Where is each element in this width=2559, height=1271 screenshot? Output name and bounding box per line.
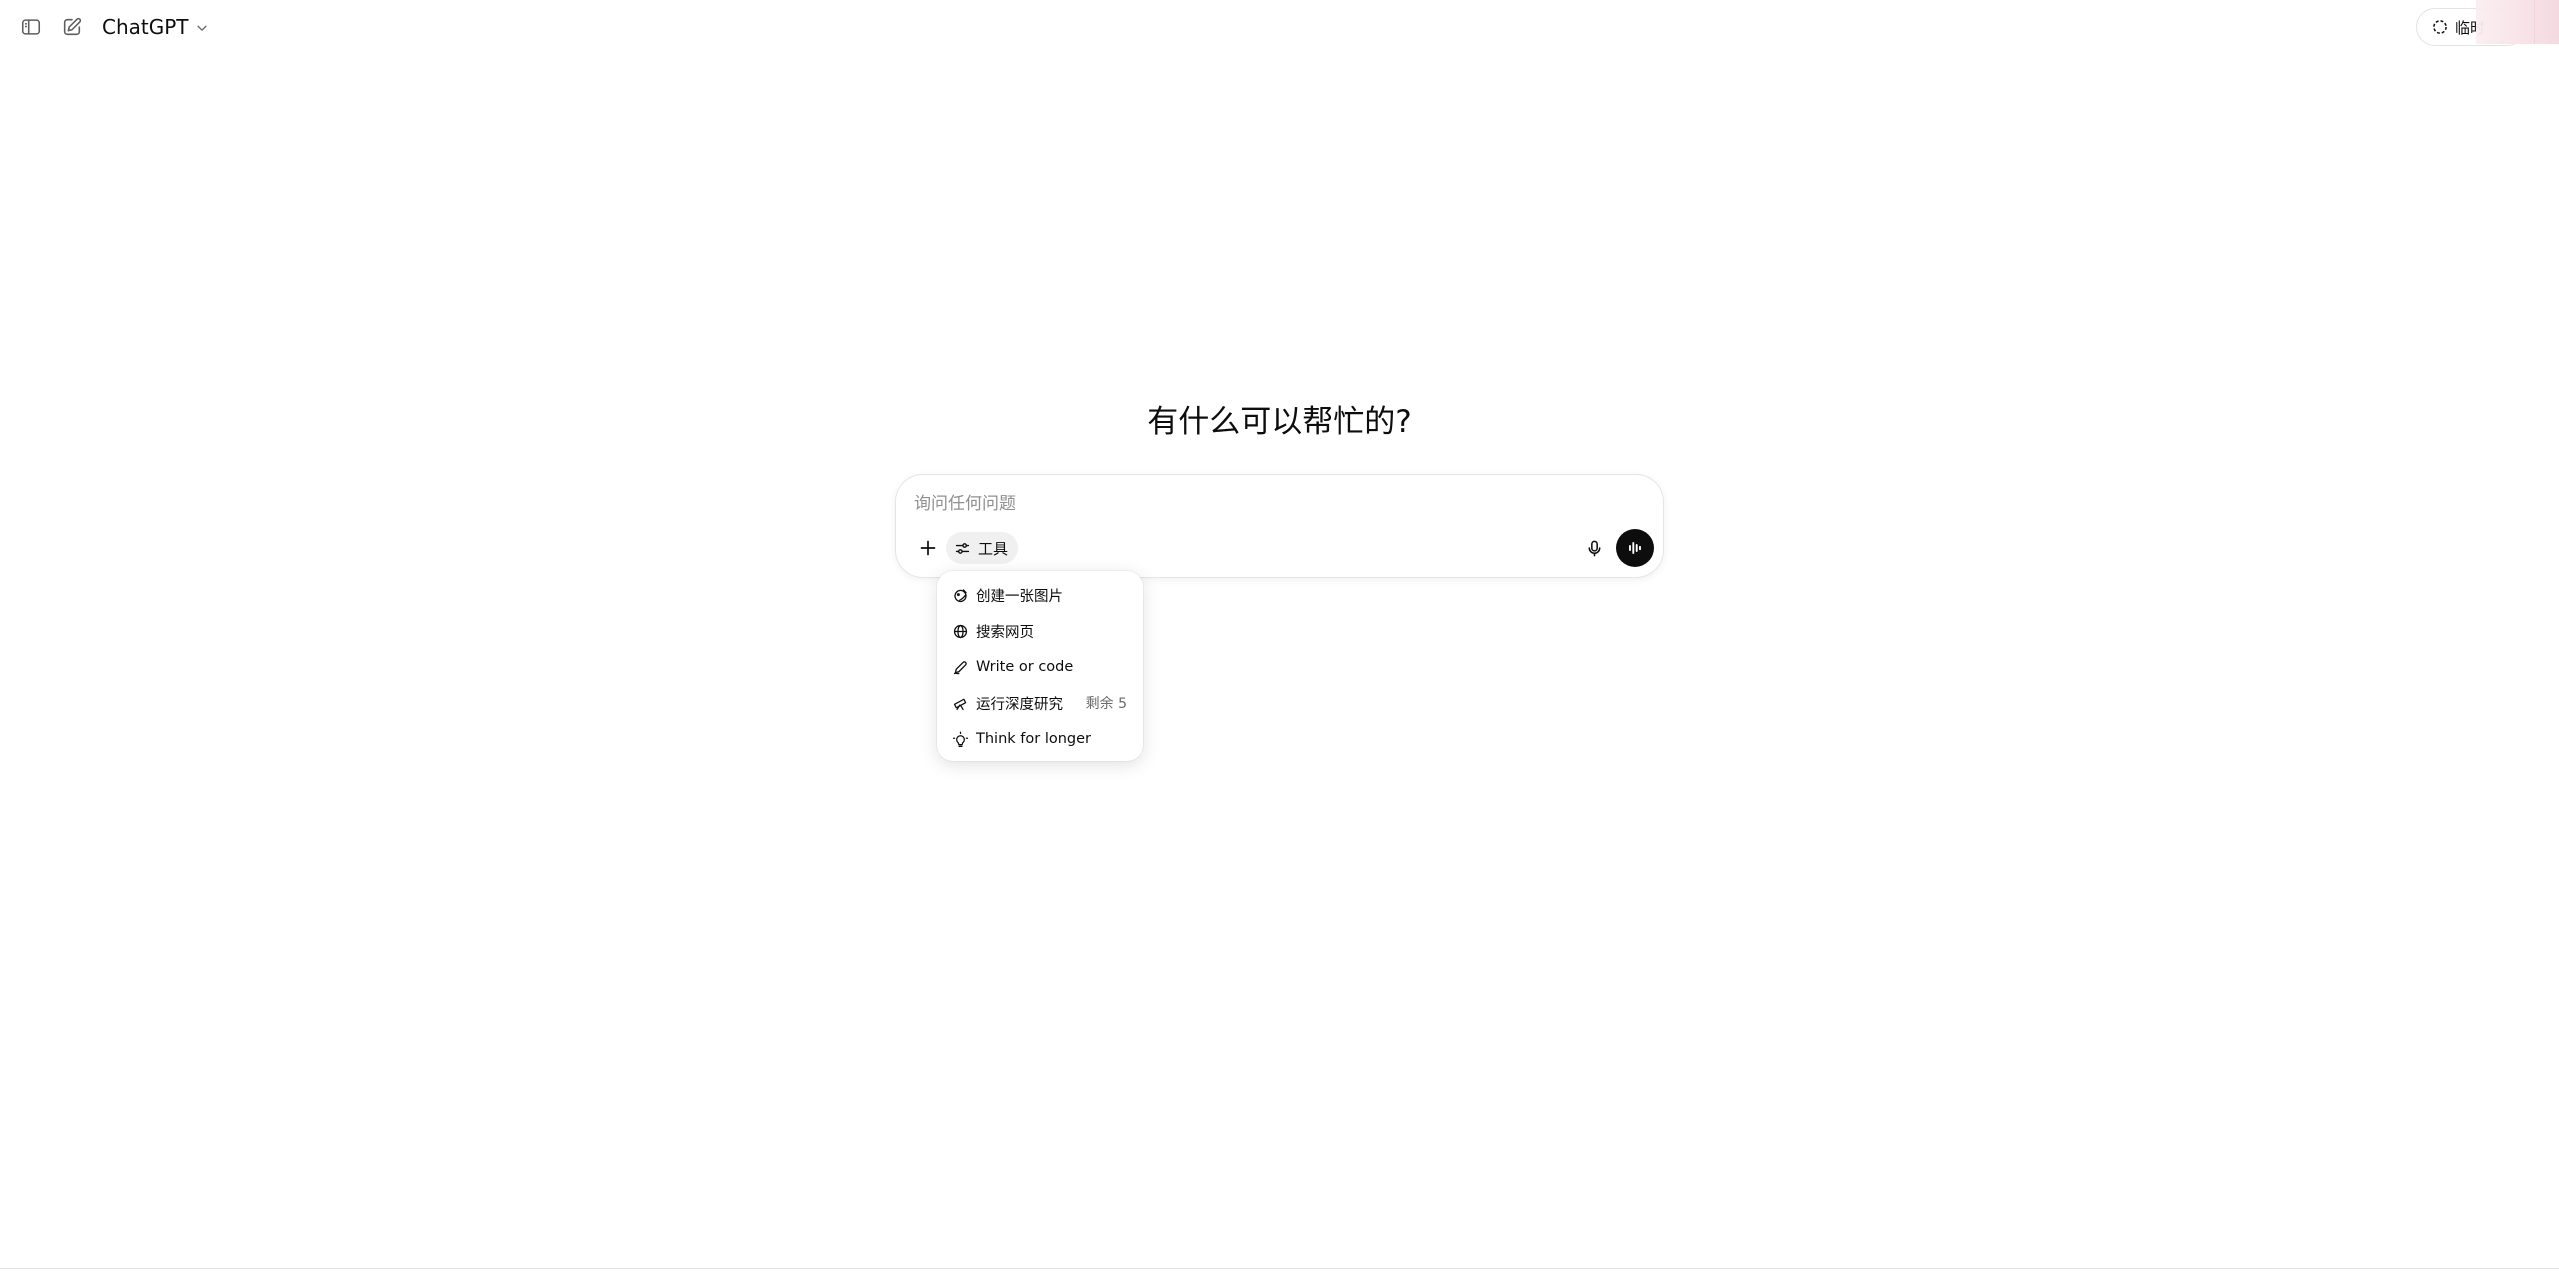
page-heading: 有什么可以帮忙的? [1147, 404, 1412, 440]
tools-menu: 创建一张图片 搜索网页 Write or code 运行深度研究 剩余 5 Th… [937, 571, 1143, 761]
add-attachment-button[interactable] [912, 532, 944, 564]
composer: 工具 [895, 474, 1664, 578]
menu-item-label: Write or code [976, 659, 1074, 675]
menu-item-write-or-code[interactable]: Write or code [937, 649, 1143, 685]
tools-button[interactable]: 工具 [946, 532, 1019, 564]
waveform-icon [1629, 542, 1641, 554]
window-corner-overlay [2476, 0, 2559, 44]
menu-item-label: Think for longer [976, 731, 1091, 747]
pen-icon [953, 660, 967, 674]
sidebar-toggle-icon [21, 19, 41, 35]
menu-item-label: 运行深度研究 [976, 696, 1063, 713]
image-create-icon [954, 588, 967, 602]
model-switcher[interactable]: ChatGPT [96, 12, 215, 42]
overlay-divider [2534, 0, 2535, 44]
sliders-icon [955, 542, 970, 554]
window-bottom-border [0, 1268, 2559, 1269]
prompt-input[interactable] [914, 489, 1634, 519]
compose-icon [63, 17, 82, 36]
sidebar-toggle-button[interactable] [14, 14, 48, 40]
dashed-circle-icon [2433, 20, 2447, 34]
menu-item-label: 搜索网页 [976, 624, 1034, 641]
microphone-icon [1588, 540, 1600, 556]
plus-icon [920, 540, 936, 556]
top-bar: ChatGPT 临时 [0, 0, 2559, 52]
menu-item-search-web[interactable]: 搜索网页 [937, 613, 1143, 649]
tools-label: 工具 [978, 539, 1009, 558]
globe-icon [953, 624, 968, 638]
voice-mode-button[interactable] [1616, 529, 1654, 567]
model-name: ChatGPT [102, 15, 189, 39]
menu-item-label: 创建一张图片 [976, 588, 1063, 605]
chevron-down-icon [196, 25, 207, 31]
menu-item-deep-research[interactable]: 运行深度研究 剩余 5 [937, 685, 1143, 721]
menu-item-think-longer[interactable]: Think for longer [937, 721, 1143, 757]
menu-item-create-image[interactable]: 创建一张图片 [937, 577, 1143, 613]
telescope-icon [953, 698, 967, 710]
lightbulb-icon [952, 731, 969, 747]
remaining-count-badge: 剩余 5 [1085, 696, 1127, 712]
new-chat-button[interactable] [55, 14, 89, 40]
dictate-button[interactable] [1578, 532, 1610, 564]
